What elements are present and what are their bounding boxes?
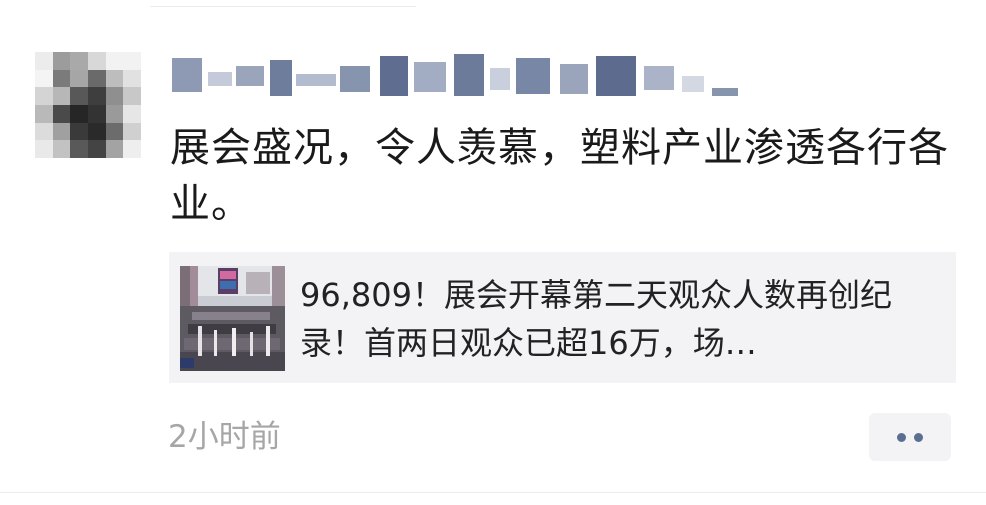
more-dots-icon xyxy=(897,432,906,442)
post-text: 展会盛况，令人羡慕，塑料产业渗透各行各业。 xyxy=(170,125,949,227)
post-timestamp: 2小时前 xyxy=(168,419,281,455)
avatar[interactable] xyxy=(35,52,141,158)
article-thumbnail xyxy=(180,266,285,371)
bottom-divider xyxy=(0,492,986,493)
article-title: 96,809！展会开幕第二天观众人数再创纪录！首两日观众已超16万，场… xyxy=(300,276,892,362)
top-divider xyxy=(150,6,416,7)
author-name-redacted[interactable] xyxy=(172,52,742,102)
more-button[interactable] xyxy=(869,413,951,461)
shared-article-card[interactable]: 96,809！展会开幕第二天观众人数再创纪录！首两日观众已超16万，场… xyxy=(169,252,956,383)
more-dots-icon xyxy=(914,432,923,442)
